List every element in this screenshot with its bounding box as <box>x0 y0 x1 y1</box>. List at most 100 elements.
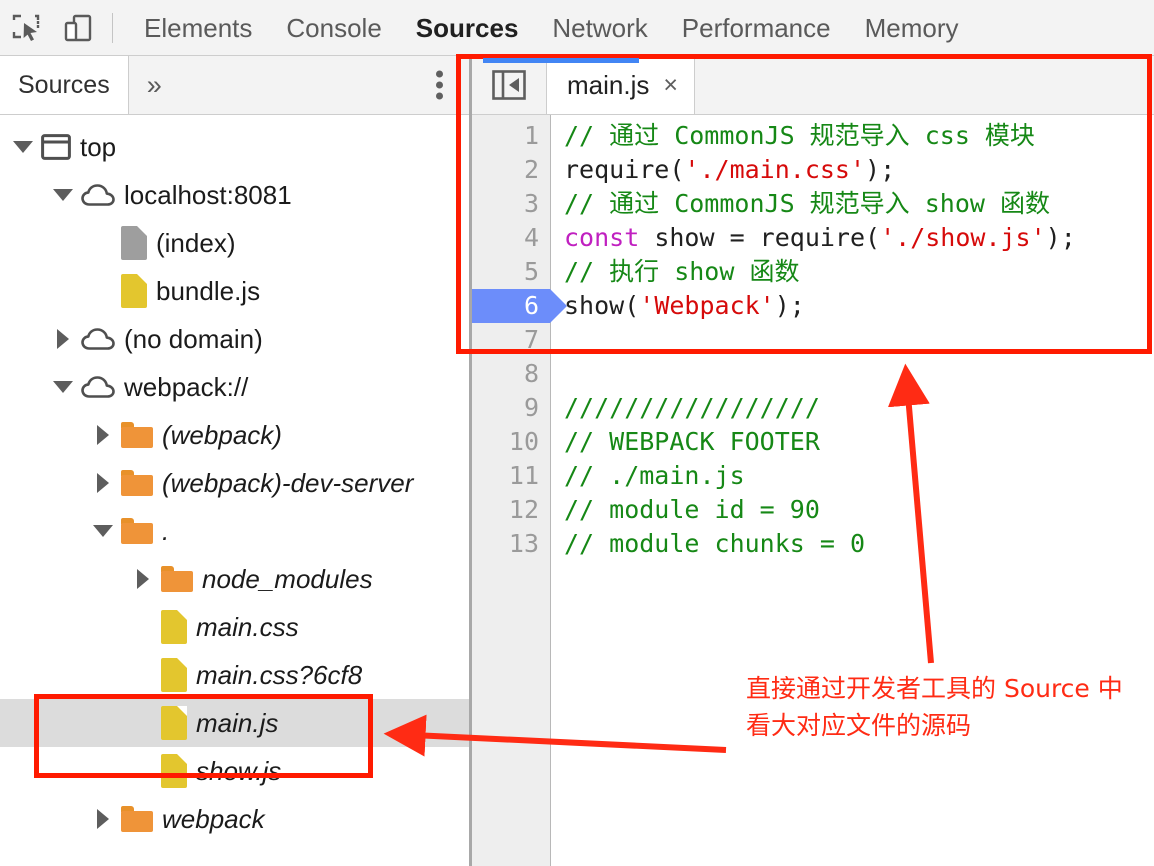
chevron-down-icon[interactable] <box>50 374 76 400</box>
line-number[interactable]: 11 <box>472 459 550 493</box>
tree-item-webpack-dev-server[interactable]: (webpack)-dev-server <box>0 459 470 507</box>
tree-item-label: (webpack)-dev-server <box>162 467 414 498</box>
line-number[interactable]: 2 <box>472 153 550 187</box>
tree-item-label: show.js <box>196 755 282 786</box>
code-line[interactable]: 6 show('Webpack'); <box>472 289 1154 323</box>
cloud-icon <box>81 183 115 207</box>
tree-item-index[interactable]: (index) <box>0 219 470 267</box>
code-line[interactable]: 4 const show = require('./show.js'); <box>472 221 1154 255</box>
folder-icon <box>121 470 153 496</box>
chevron-right-icon[interactable] <box>90 806 116 832</box>
code-line[interactable]: 1 // 通过 CommonJS 规范导入 css 模块 <box>472 119 1154 153</box>
annotation-line-1: 直接通过开发者工具的 Source 中 <box>746 674 1123 703</box>
chevron-down-icon[interactable] <box>90 518 116 544</box>
tree-item-main-js[interactable]: main.js <box>0 699 470 747</box>
close-icon[interactable]: × <box>663 72 678 98</box>
chevron-right-icon[interactable] <box>130 566 156 592</box>
code-content: 1 // 通过 CommonJS 规范导入 css 模块 2 require('./m… <box>472 115 1154 561</box>
tree-item-webpack[interactable]: webpack <box>0 795 470 843</box>
code-line[interactable]: 2 require('./main.css'); <box>472 153 1154 187</box>
tree-item-main-css[interactable]: main.css <box>0 603 470 651</box>
tree-item-label: (index) <box>156 227 236 258</box>
tab-performance[interactable]: Performance <box>665 0 848 56</box>
code-token: // module chunks = 0 <box>564 529 866 558</box>
line-number[interactable]: 5 <box>472 255 550 289</box>
code-line[interactable]: 10 // WEBPACK FOOTER <box>472 425 1154 459</box>
line-number[interactable]: 10 <box>472 425 550 459</box>
code-editor[interactable]: 1 // 通过 CommonJS 规范导入 css 模块 2 require('./m… <box>472 115 1154 866</box>
tree-item-label: main.css?6cf8 <box>196 659 363 690</box>
code-line[interactable]: 3 // 通过 CommonJS 规范导入 show 函数 <box>472 187 1154 221</box>
line-number[interactable]: 1 <box>472 119 550 153</box>
tab-network[interactable]: Network <box>535 0 664 56</box>
tab-elements[interactable]: Elements <box>127 0 269 56</box>
code-line[interactable]: 5 // 执行 show 函数 <box>472 255 1154 289</box>
editor-tab-main-js[interactable]: main.js × <box>547 56 695 114</box>
chevron-right-icon[interactable] <box>50 326 76 352</box>
inspect-element-icon[interactable] <box>0 3 52 53</box>
line-number[interactable]: 6 <box>472 289 567 323</box>
frame-icon <box>41 134 71 160</box>
line-number[interactable]: 3 <box>472 187 550 221</box>
line-number[interactable]: 7 <box>472 323 550 357</box>
code-line[interactable]: 12 // module id = 90 <box>472 493 1154 527</box>
tree-item-show-js[interactable]: show.js <box>0 747 470 795</box>
code-token: 'Webpack' <box>639 291 775 320</box>
line-number[interactable]: 13 <box>472 527 550 561</box>
tree-item-localhost-8081[interactable]: localhost:8081 <box>0 171 470 219</box>
tab-memory[interactable]: Memory <box>848 0 976 56</box>
js-file-icon <box>161 754 187 788</box>
more-options-icon[interactable] <box>436 67 444 104</box>
chevron-right-icon[interactable] <box>90 470 116 496</box>
code-token: const <box>564 223 640 252</box>
show-navigator-icon[interactable] <box>472 56 547 114</box>
tree-item-webpack[interactable]: webpack:// <box>0 363 470 411</box>
code-text: // WEBPACK FOOTER <box>564 425 820 459</box>
tree-item-main-css-6cf8[interactable]: main.css?6cf8 <box>0 651 470 699</box>
navigator-more-tabs[interactable]: » <box>129 56 180 114</box>
tree-item-node-modules[interactable]: node_modules <box>0 555 470 603</box>
code-text: ///////////////// <box>564 391 820 425</box>
code-text: // 通过 CommonJS 规范导入 show 函数 <box>564 187 1050 221</box>
code-token: // module id = 90 <box>564 495 820 524</box>
line-number[interactable]: 12 <box>472 493 550 527</box>
code-text: // 执行 show 函数 <box>564 255 799 289</box>
line-number[interactable]: 9 <box>472 391 550 425</box>
code-token: // 通过 CommonJS 规范导入 css 模块 <box>564 121 1035 150</box>
tree-item-bundle-js[interactable]: bundle.js <box>0 267 470 315</box>
tree-item-label: node_modules <box>202 563 373 594</box>
chevron-right-icon[interactable] <box>90 422 116 448</box>
code-text: require('./main.css'); <box>564 153 895 187</box>
tree-item-label: main.css <box>196 611 299 642</box>
code-line[interactable]: 9 ///////////////// <box>472 391 1154 425</box>
devtools-window: Elements Console Sources Network Perform… <box>0 0 1154 866</box>
code-token: // ./main.js <box>564 461 745 490</box>
tab-console[interactable]: Console <box>269 0 398 56</box>
code-line[interactable]: 7 <box>472 323 1154 357</box>
navigator-tab-sources[interactable]: Sources <box>0 56 129 114</box>
tab-sources[interactable]: Sources <box>399 0 536 56</box>
tree-item-top[interactable]: top <box>0 123 470 171</box>
code-line[interactable]: 8 <box>472 357 1154 391</box>
code-token: './main.css' <box>684 155 866 184</box>
code-line[interactable]: 13 // module chunks = 0 <box>472 527 1154 561</box>
tree-item-[interactable]: . <box>0 507 470 555</box>
line-number[interactable]: 8 <box>472 357 550 391</box>
tree-item-label: webpack:// <box>124 371 249 402</box>
chevron-down-icon[interactable] <box>50 182 76 208</box>
code-text: // ./main.js <box>564 459 745 493</box>
tree-item-label: (no domain) <box>124 323 263 354</box>
tree-item-label: . <box>162 515 170 546</box>
tree-item-no-domain[interactable]: (no domain) <box>0 315 470 363</box>
line-number[interactable]: 4 <box>472 221 550 255</box>
code-line[interactable]: 11 // ./main.js <box>472 459 1154 493</box>
tree-item-webpack[interactable]: (webpack) <box>0 411 470 459</box>
chevron-down-icon[interactable] <box>10 134 36 160</box>
code-token: show = require( <box>639 223 881 252</box>
annotation-text: 直接通过开发者工具的 Source 中 看大对应文件的源码 <box>746 670 1146 744</box>
device-toolbar-icon[interactable] <box>52 3 104 53</box>
code-token: // 执行 show 函数 <box>564 257 800 286</box>
